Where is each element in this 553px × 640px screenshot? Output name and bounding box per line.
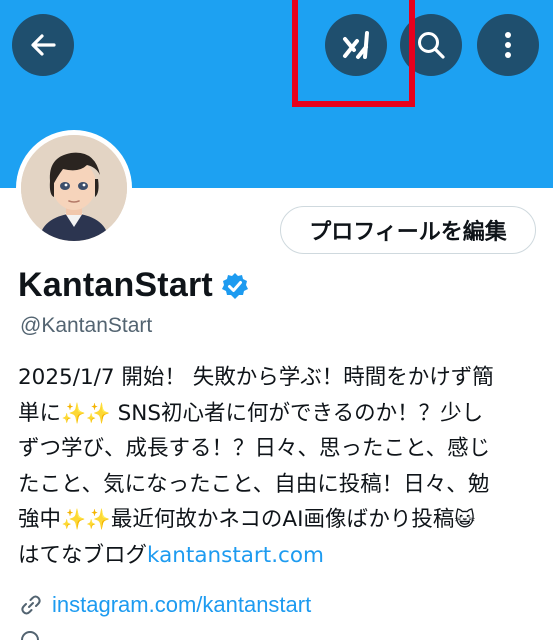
- display-name: KantanStart: [18, 266, 213, 304]
- sparkles-emoji: ✨✨: [61, 400, 111, 425]
- avatar-image: [21, 135, 127, 241]
- profile-bio: 2025/1/7 開始！ 失敗から学ぶ！時間をかけず簡 単に✨✨ SNS初心者に…: [18, 360, 538, 573]
- profile-meta-row-partial: [20, 630, 300, 640]
- username-handle: @KantanStart: [20, 314, 153, 337]
- search-icon: [418, 32, 445, 59]
- bio-line: はてなブログkantanstart.com: [18, 538, 538, 574]
- bio-line: 強中✨✨最近何故かネコのAI画像ばかり投稿😺: [18, 502, 538, 538]
- cat-emoji: 😺: [454, 507, 476, 531]
- back-button[interactable]: [12, 14, 74, 76]
- bio-website-link[interactable]: kantanstart.com: [147, 543, 324, 568]
- arrow-left-icon: [31, 34, 56, 56]
- more-options-button[interactable]: [477, 14, 539, 76]
- highlight-annotation-box: [292, 0, 415, 107]
- bio-line: 単に✨✨ SNS初心者に何ができるのか！？少し: [18, 396, 538, 432]
- meta-icon: [21, 631, 39, 640]
- bio-line: ずつ学び、成長する！？日々、思ったこと、感じ: [18, 436, 491, 461]
- edit-profile-button[interactable]: プロフィールを編集: [280, 206, 536, 254]
- bio-text: 最近何故かネコのAI画像ばかり投稿: [110, 507, 455, 532]
- link-icon: [21, 595, 41, 615]
- bio-text: 強中: [18, 507, 62, 532]
- bio-text: 単に: [18, 400, 62, 426]
- bio-line: たこと、気になったこと、自由に投稿！日々、勉: [18, 471, 490, 497]
- sparkles-emoji: ✨✨: [61, 507, 111, 531]
- bio-text: SNS初心者に何ができるのか！？少し: [110, 400, 484, 426]
- verified-badge-icon[interactable]: [221, 272, 249, 300]
- profile-link-row: instagram.com/kantanstart: [20, 592, 311, 618]
- bio-line: 2025/1/7 開始！ 失敗から学ぶ！時間をかけず簡: [18, 365, 494, 390]
- bio-text: はてなブログ: [18, 542, 148, 568]
- profile-website-link[interactable]: instagram.com/kantanstart: [52, 592, 311, 618]
- profile-avatar[interactable]: [16, 130, 132, 246]
- more-vertical-icon: [505, 32, 511, 58]
- name-row: KantanStart: [18, 266, 249, 305]
